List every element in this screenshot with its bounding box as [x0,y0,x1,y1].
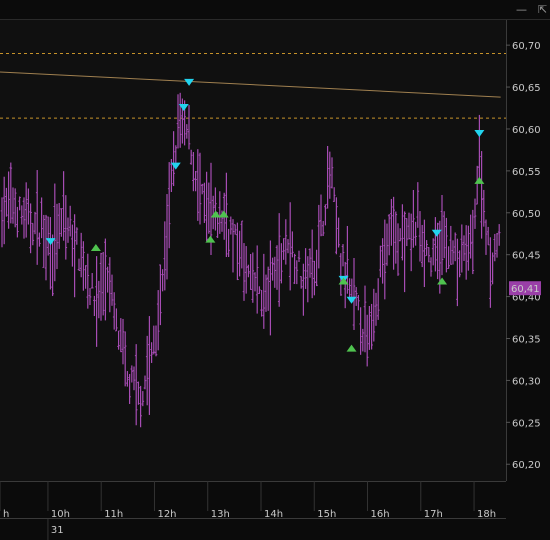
time-tick-label: h [3,509,9,520]
price-chart[interactable]: — ⇱ 60,7060,6560,6060,5560,5060,4560,406… [0,0,550,540]
restore-window-icon[interactable]: ⇱ [538,3,547,16]
time-tick-label: 16h [371,509,390,520]
price-tick-label: 60,65 [512,83,541,94]
last-price-tag-text: 60,41 [511,284,540,295]
time-tick-label: 17h [424,509,443,520]
price-tick-label: 60,55 [512,167,541,178]
time-tick-label: 13h [211,509,230,520]
time-tick-label: 14h [264,509,283,520]
time-tick-label: 10h [51,509,70,520]
time-tick-label: 18h [477,509,496,520]
date-label: 31 [51,525,64,536]
price-tick-label: 60,70 [512,41,541,52]
last-price-tag: 60,41 [509,281,541,296]
minimize-button[interactable]: — [516,3,527,16]
time-tick-label: 11h [104,509,123,520]
price-tick-label: 60,45 [512,251,541,262]
price-tick-label: 60,25 [512,418,541,429]
plot-area[interactable] [0,20,506,481]
time-tick-label: 15h [317,509,336,520]
price-tick-label: 60,30 [512,376,541,387]
time-tick-label: 12h [157,509,176,520]
price-tick-label: 60,50 [512,209,541,220]
price-tick-label: 60,20 [512,460,541,471]
price-tick-label: 60,60 [512,125,541,136]
chart-window: — ⇱ 60,70 60,65 60,60 60,55 60,50 60,45 60,40 6… [0,0,550,540]
price-tick-label: 60,35 [512,335,541,346]
